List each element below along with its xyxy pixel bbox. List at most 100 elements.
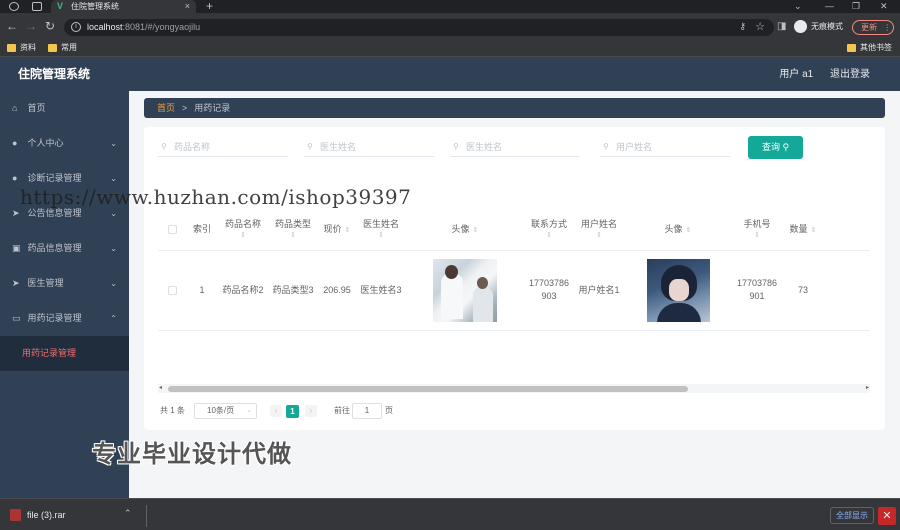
- sidebar-item-home[interactable]: ⌂ 首页: [0, 91, 129, 126]
- site-info-icon[interactable]: i: [71, 22, 81, 32]
- row-checkbox[interactable]: [167, 285, 177, 295]
- query-label: 查询: [761, 142, 780, 152]
- page-number-current[interactable]: 1: [286, 405, 299, 418]
- page-size-select[interactable]: 10条/页 ⌄: [194, 403, 257, 419]
- bookmark-folder-changyong[interactable]: 常用: [48, 43, 77, 53]
- sort-icon[interactable]: ⇕: [356, 231, 406, 240]
- col-price[interactable]: 现价 ⇕: [318, 210, 356, 251]
- col-quantity[interactable]: 数量 ⇕: [782, 210, 824, 251]
- scrollbar-thumb[interactable]: [168, 386, 688, 392]
- vue-logo-icon: V: [57, 1, 64, 11]
- doctor-avatar-image[interactable]: [433, 258, 497, 322]
- cell-doctor-avatar: [406, 250, 524, 331]
- chevron-up-icon[interactable]: ⌃: [124, 508, 132, 519]
- select-all-checkbox[interactable]: [167, 225, 177, 235]
- download-item[interactable]: file (3).rar: [10, 509, 66, 521]
- table-row[interactable]: 1 药品名称2 药品类型3 206.95 医生姓名3 17703786903 用…: [158, 250, 870, 331]
- doctor-name-search-input-2[interactable]: ⚲ 医生姓名: [450, 137, 580, 157]
- logout-link[interactable]: 退出登录: [830, 69, 870, 80]
- sort-icon[interactable]: ⇕: [473, 227, 479, 234]
- user-name-search-input[interactable]: ⚲ 用户姓名: [600, 137, 730, 157]
- chevron-down-icon: ⌄: [110, 244, 117, 253]
- col-drug-name[interactable]: 药品名称 ⇕: [218, 210, 268, 251]
- sort-icon[interactable]: ⇕: [811, 227, 817, 234]
- browser-tab[interactable]: V 住院管理系统 ×: [51, 0, 196, 13]
- sort-icon[interactable]: ⇕: [524, 231, 574, 240]
- other-bookmarks[interactable]: 其他书签: [847, 43, 892, 53]
- minimize-icon[interactable]: —: [825, 0, 834, 12]
- next-page-button[interactable]: ›: [305, 405, 317, 417]
- close-download-bar-icon[interactable]: ✕: [878, 507, 896, 525]
- window-close-icon[interactable]: ✕: [880, 0, 888, 12]
- col-extra: [824, 210, 870, 251]
- search-icon: ⚲: [161, 142, 167, 151]
- col-doctor-avatar[interactable]: 头像 ⇕: [406, 210, 524, 251]
- row-select-cell[interactable]: [158, 250, 186, 331]
- scroll-left-icon[interactable]: ◂: [159, 384, 162, 393]
- col-user-name[interactable]: 用户姓名 ⇕: [574, 210, 624, 251]
- cell-drug-name: 药品名称2: [218, 250, 268, 331]
- chevron-down-icon: ⌄: [246, 407, 252, 414]
- new-tab-icon[interactable]: +: [206, 0, 213, 12]
- doctor-name-search-input[interactable]: ⚲ 医生姓名: [304, 137, 434, 157]
- folder-icon: [48, 44, 57, 52]
- bookmark-star-icon[interactable]: ☆: [755, 20, 765, 33]
- col-label: 药品名称: [224, 219, 261, 230]
- bookmarks-bar: 资料 常用 其他书签: [0, 40, 900, 57]
- divider: [146, 505, 147, 527]
- sort-icon[interactable]: ⇕: [732, 231, 782, 240]
- tab-search-icon[interactable]: ⌄: [794, 0, 802, 12]
- incognito-icon: [794, 20, 807, 33]
- password-key-icon[interactable]: ⚷: [739, 21, 746, 32]
- back-icon[interactable]: ←: [6, 19, 18, 33]
- app-title: 住院管理系统: [18, 67, 91, 81]
- search-row: ⚲ 药品名称 ⚲ 医生姓名 ⚲ 医生姓名 ⚲ 用户姓名 查询 ⚲: [144, 127, 885, 167]
- update-button[interactable]: 更新 ⋮: [852, 20, 894, 35]
- reload-icon[interactable]: ↻: [45, 19, 55, 33]
- col-phone[interactable]: 手机号 ⇕: [732, 210, 782, 251]
- sort-icon[interactable]: ⇕: [574, 231, 624, 240]
- tab-close-icon[interactable]: ×: [185, 0, 190, 13]
- user-avatar-image[interactable]: [646, 258, 710, 322]
- user-icon: ●: [12, 138, 18, 148]
- col-doctor-name[interactable]: 医生姓名 ⇕: [356, 210, 406, 251]
- col-drug-type[interactable]: 药品类型 ⇕: [268, 210, 318, 251]
- breadcrumb-home[interactable]: 首页: [157, 103, 175, 113]
- horizontal-scrollbar[interactable]: ◂ ▸: [158, 384, 870, 393]
- search-icon: ⚲: [782, 142, 790, 152]
- incognito-indicator[interactable]: 无痕模式: [794, 20, 843, 33]
- scroll-right-icon[interactable]: ▸: [866, 384, 869, 393]
- sidepanel-icon[interactable]: ◨: [777, 21, 786, 32]
- col-contact[interactable]: 联系方式 ⇕: [524, 210, 574, 251]
- top-navbar: 住院管理系统 用户 a1 退出登录: [0, 57, 900, 91]
- sidebar-item-doctor[interactable]: ➤ 医生管理 ⌄: [0, 266, 129, 301]
- sort-icon[interactable]: ⇕: [345, 227, 351, 234]
- cell-index: 1: [186, 250, 218, 331]
- forward-icon[interactable]: →: [25, 19, 37, 33]
- show-all-downloads-button[interactable]: 全部显示: [830, 507, 874, 524]
- sidebar-item-profile[interactable]: ● 个人中心 ⌄: [0, 126, 129, 161]
- select-all-cell[interactable]: [158, 210, 186, 251]
- query-button[interactable]: 查询 ⚲: [748, 136, 803, 159]
- address-bar[interactable]: i localhost:8081/#/yongyaojilu ⚷ ☆: [64, 19, 774, 36]
- other-bookmarks-label: 其他书签: [860, 43, 892, 52]
- sidebar-item-medication[interactable]: ▭ 用药记录管理 ⌃: [0, 301, 129, 336]
- goto-page-input[interactable]: 1: [352, 403, 382, 419]
- prev-page-button[interactable]: ‹: [270, 405, 282, 417]
- browser-toolbar: ← → ↻ i localhost:8081/#/yongyaojilu ⚷ ☆…: [0, 13, 900, 40]
- avatar-figure: [656, 302, 701, 322]
- sort-icon[interactable]: ⇕: [268, 231, 318, 240]
- sort-icon[interactable]: ⇕: [686, 227, 692, 234]
- maximize-icon[interactable]: ❐: [852, 0, 860, 12]
- tab-list-icon[interactable]: [32, 2, 42, 11]
- cell-price: 206.95: [318, 250, 356, 331]
- browser-menu-icon[interactable]: [9, 2, 19, 11]
- sort-icon[interactable]: ⇕: [218, 231, 268, 240]
- chevron-up-icon: ⌃: [110, 314, 117, 323]
- breadcrumb-current: 用药记录: [194, 103, 231, 113]
- sidebar-subitem-medication[interactable]: 用药记录管理: [0, 336, 129, 371]
- bookmark-folder-ziliao[interactable]: 资料: [7, 43, 36, 53]
- sidebar-item-drug[interactable]: ▣ 药品信息管理 ⌄: [0, 231, 129, 266]
- drug-name-search-input[interactable]: ⚲ 药品名称: [158, 137, 288, 157]
- col-user-avatar[interactable]: 头像 ⇕: [624, 210, 732, 251]
